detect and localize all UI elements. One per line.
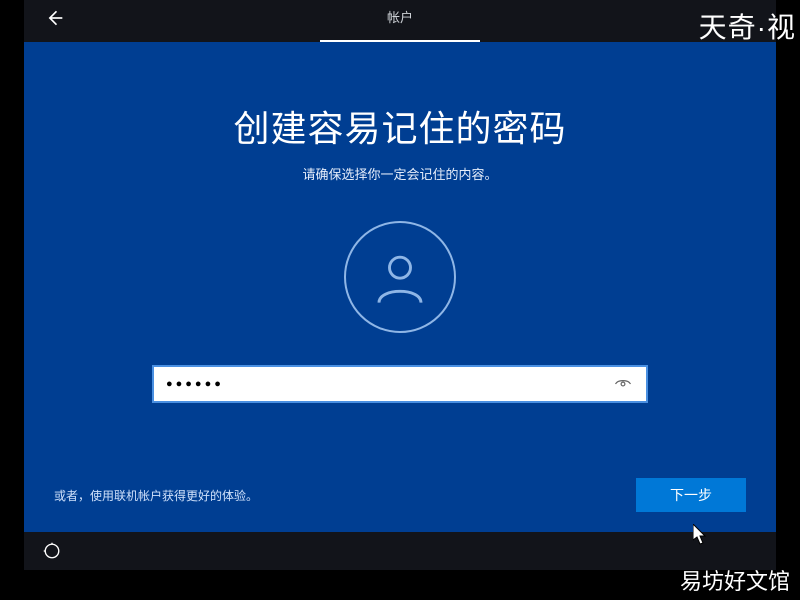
bottom-bar [24,532,776,570]
footer-row: 或者，使用联机帐户获得更好的体验。 下一步 [24,478,776,512]
password-value: ●●●●●● [166,378,612,390]
next-button[interactable]: 下一步 [636,478,746,512]
accessibility-icon[interactable] [42,541,62,561]
user-avatar-icon [344,221,456,333]
back-arrow-icon[interactable] [42,8,66,34]
page-subtitle: 请确保选择你一定会记住的内容。 [302,164,497,183]
online-account-link[interactable]: 或者，使用联机帐户获得更好的体验。 [54,487,258,504]
main-content: 创建容易记住的密码 请确保选择你一定会记住的内容。 ●●●●●● 或者，使用联机… [24,42,776,532]
reveal-password-icon[interactable] [612,373,634,395]
page-title: 创建容易记住的密码 [233,100,566,152]
watermark-top: 天奇·视 [699,6,796,46]
password-input[interactable]: ●●●●●● [152,365,648,403]
watermark-bottom: 易坊好文馆 [680,564,790,596]
tab-account[interactable]: 帐户 [387,7,413,36]
title-bar: 帐户 [24,0,776,42]
